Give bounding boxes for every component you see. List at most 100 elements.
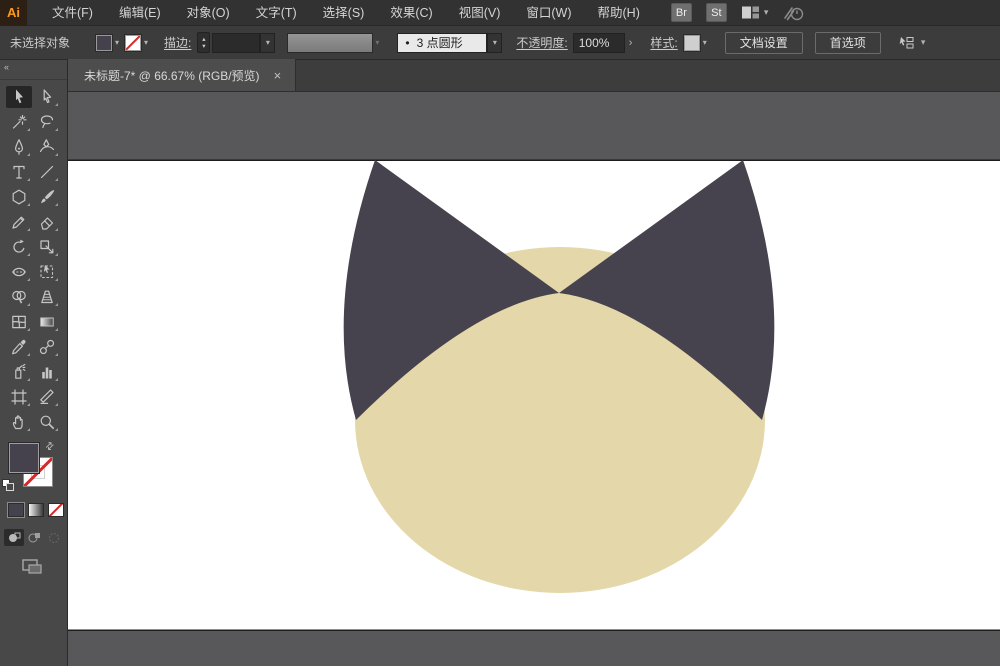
tool-graph[interactable] [34,361,60,383]
pencil-icon [11,216,24,229]
selection-icon [15,89,23,104]
document-tab[interactable]: 未标题-7* @ 66.67% (RGB/预览) × [68,59,297,91]
tool-scale[interactable] [34,236,60,258]
stroke-weight-input[interactable] [212,32,261,53]
tool-eraser[interactable] [34,211,60,233]
tool-shape[interactable] [6,186,32,208]
chevron-down-icon[interactable]: ▾ [115,38,119,47]
scale-icon [39,240,53,254]
stepper-up-icon[interactable]: ▴ [202,36,205,43]
magic-wand-icon [12,114,27,129]
tool-rotate[interactable] [6,236,32,258]
select-similar-control[interactable]: ▾ [895,35,925,51]
menu-item-edit[interactable]: 编辑(E) [106,0,174,26]
menu-item-type[interactable]: 文字(T) [243,0,310,26]
illustrator-logo[interactable]: Ai [0,0,27,26]
tool-pen[interactable] [6,136,32,158]
brush-definition-dropdown[interactable]: ▾ [487,32,503,53]
style-swatch[interactable] [682,33,701,52]
tool-pencil[interactable] [6,211,32,233]
tool-slice[interactable] [34,386,60,408]
type-icon [12,165,25,179]
stroke-weight-stepper[interactable]: ▴ ▾ [197,32,211,53]
menu-bar: Ai 文件(F) 编辑(E) 对象(O) 文字(T) 选择(S) 效果(C) 视图(V) 窗口… [0,0,1000,26]
stroke-color-swatch[interactable] [124,33,143,52]
tool-lasso[interactable] [34,111,60,133]
tool-curvature[interactable] [34,136,60,158]
color-button[interactable] [7,502,25,518]
preferences-button[interactable]: 首选项 [814,31,881,54]
tool-type[interactable] [6,161,32,183]
gradient-button[interactable] [28,503,44,517]
tool-symbol-sprayer[interactable] [6,361,32,383]
menu-item-window[interactable]: 窗口(W) [513,0,584,26]
illustrator-window: Ai 文件(F) 编辑(E) 对象(O) 文字(T) 选择(S) 效果(C) 视图(V) 窗口… [0,0,1000,666]
tool-free-transform[interactable] [34,261,60,283]
tool-line-segment[interactable] [34,161,60,183]
style-panel-link[interactable]: 样式: [650,34,677,51]
swap-fill-stroke-icon[interactable]: ⇄ [43,440,57,454]
brush-definition-field[interactable]: • 3 点圆形 [397,32,488,53]
panel-grip[interactable] [0,74,67,80]
tool-artboard[interactable] [6,386,32,408]
gradient-icon [39,317,54,327]
stroke-panel-link[interactable]: 描边: [164,34,191,51]
document-tab-title: 未标题-7* @ 66.67% (RGB/预览) [84,68,260,83]
opacity-expand-arrow[interactable]: › [629,37,633,49]
menu-item-select[interactable]: 选择(S) [310,0,378,26]
tool-paintbrush[interactable] [34,186,60,208]
stroke-weight-dropdown[interactable]: ▾ [260,32,276,53]
stepper-down-icon[interactable]: ▾ [202,43,205,50]
tool-magic-wand[interactable] [6,111,32,133]
width-icon [11,267,26,277]
tool-direct-selection[interactable] [34,86,60,108]
width-profile-dropdown[interactable] [287,32,374,53]
tool-grid [0,86,67,433]
pen-icon [14,139,23,155]
menu-item-object[interactable]: 对象(O) [174,0,243,26]
menu-item-file[interactable]: 文件(F) [39,0,106,26]
share-sync-icon[interactable] [782,4,804,22]
screen-mode-icon [22,559,42,574]
fill-color-swatch[interactable] [95,33,114,52]
tool-hand[interactable] [6,411,32,433]
tool-zoom[interactable] [34,411,60,433]
chevron-down-icon[interactable]: ▾ [703,38,707,47]
close-icon[interactable]: × [274,69,282,82]
collapse-panel-button[interactable]: « [4,62,9,72]
eraser-icon [40,217,53,230]
tool-width[interactable] [6,261,32,283]
tool-perspective-grid[interactable] [34,286,60,308]
tool-gradient[interactable] [34,311,60,333]
opacity-input[interactable]: 100% [572,32,625,53]
opacity-panel-link[interactable]: 不透明度: [516,34,567,51]
zoom-icon [40,415,54,430]
draw-behind-button[interactable] [24,529,44,546]
workspace-switcher[interactable]: ▾ [741,5,768,20]
direct-selection-icon [43,89,51,104]
eyedropper-icon [11,339,26,355]
stock-button[interactable]: St [705,3,727,22]
tool-selection[interactable] [5,86,32,108]
draw-inside-button[interactable] [44,529,64,546]
canvas-area[interactable] [68,92,1000,666]
chevron-down-icon[interactable]: ▾ [144,38,148,47]
bridge-button[interactable]: Br [670,3,692,22]
fill-swatch-large[interactable] [8,442,40,474]
draw-normal-button[interactable] [4,529,24,546]
artboard-icon [11,389,26,405]
document-tab-bar: 未标题-7* @ 66.67% (RGB/预览) × [68,59,1000,92]
tool-mesh[interactable] [6,311,32,333]
change-screen-mode-button[interactable] [20,557,46,582]
document-setup-button[interactable]: 文档设置 [724,31,803,54]
none-button[interactable] [48,503,64,517]
tool-blend[interactable] [34,336,60,358]
graph-icon [41,367,52,379]
menu-item-help[interactable]: 帮助(H) [585,0,653,26]
tool-shape-builder[interactable] [6,286,32,308]
default-fill-stroke-icon[interactable] [2,479,14,491]
menu-item-effect[interactable]: 效果(C) [377,0,445,26]
menu-item-view[interactable]: 视图(V) [446,0,514,26]
tool-eyedropper[interactable] [6,336,32,358]
slice-icon [39,389,54,404]
